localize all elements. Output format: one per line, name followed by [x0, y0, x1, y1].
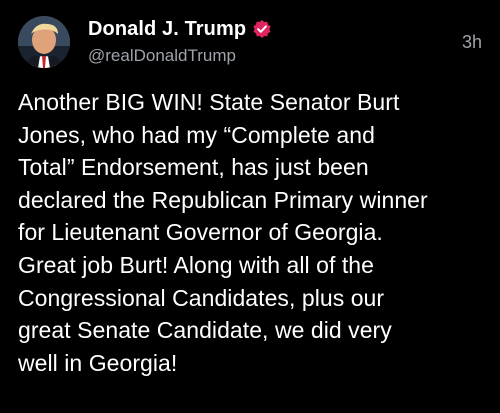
- post-timestamp[interactable]: 3h: [462, 32, 482, 53]
- post-body-line: declared the Republican Primary winner: [18, 186, 428, 213]
- display-name[interactable]: Donald J. Trump: [88, 18, 246, 41]
- verified-badge-icon: [252, 19, 272, 39]
- post-card: Donald J. Trump @realDonaldTrump 3h Anot…: [0, 0, 500, 413]
- post-body-line: Congressional Candidates, plus our: [18, 284, 385, 311]
- display-name-row: Donald J. Trump: [88, 14, 272, 44]
- post-body-line: for Lieutenant Governor of Georgia.: [18, 219, 383, 246]
- post-body-line: Another BIG WIN! State Senator Burt: [18, 89, 400, 115]
- post-body-line: well in Georgia!: [18, 349, 178, 376]
- post-body: Another BIG WIN! State Senator Burt Jone…: [18, 86, 486, 379]
- post-header: Donald J. Trump @realDonaldTrump 3h: [18, 14, 482, 74]
- author-handle[interactable]: @realDonaldTrump: [88, 46, 272, 66]
- post-body-line: great Senate Candidate, we did very: [18, 317, 392, 344]
- post-body-line: Great job Burt! Along with all of the: [18, 251, 374, 278]
- avatar-image: [18, 16, 70, 68]
- author-names: Donald J. Trump @realDonaldTrump: [88, 14, 272, 66]
- post-body-line: Jones, who had my “Complete and: [18, 121, 375, 148]
- avatar[interactable]: [18, 16, 70, 68]
- post-body-line: Total” Endorsement, has just been: [18, 154, 369, 181]
